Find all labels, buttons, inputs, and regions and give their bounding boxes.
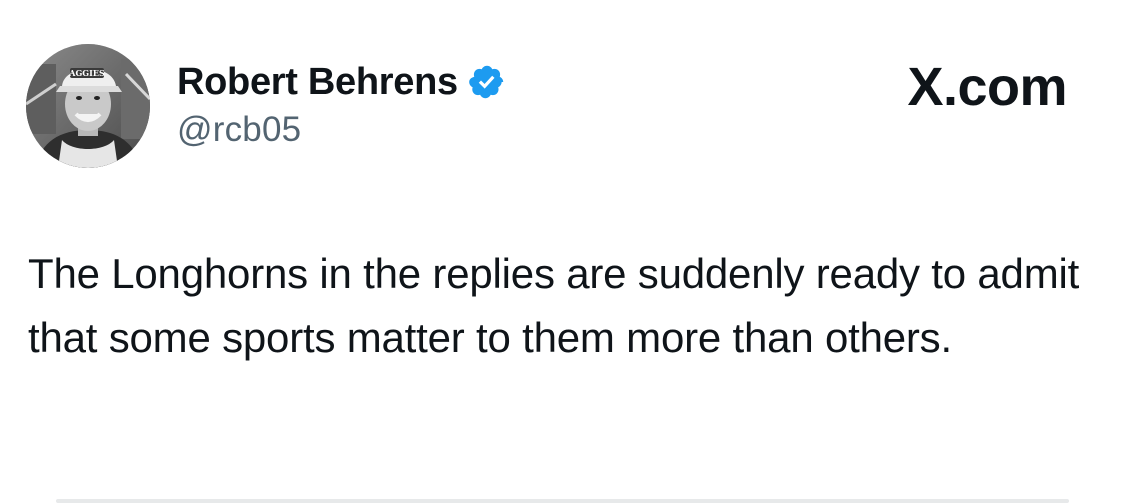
tweet-card: AGGIES Robert Behrens @rcb05 X.com The L…	[0, 0, 1125, 503]
author-handle[interactable]: @rcb05	[177, 110, 301, 150]
avatar-photo: AGGIES	[26, 44, 150, 168]
tweet-body-text: The Longhorns in the replies are suddenl…	[28, 250, 1080, 361]
author-avatar[interactable]: AGGIES	[26, 44, 150, 168]
avatar-cap-text: AGGIES	[68, 68, 105, 78]
bottom-divider	[56, 499, 1069, 503]
author-display-name[interactable]: Robert Behrens	[177, 61, 458, 104]
author-name-row: Robert Behrens	[177, 58, 506, 106]
x-brand-logo: X.com	[907, 57, 1067, 117]
verified-badge-icon	[468, 63, 506, 101]
